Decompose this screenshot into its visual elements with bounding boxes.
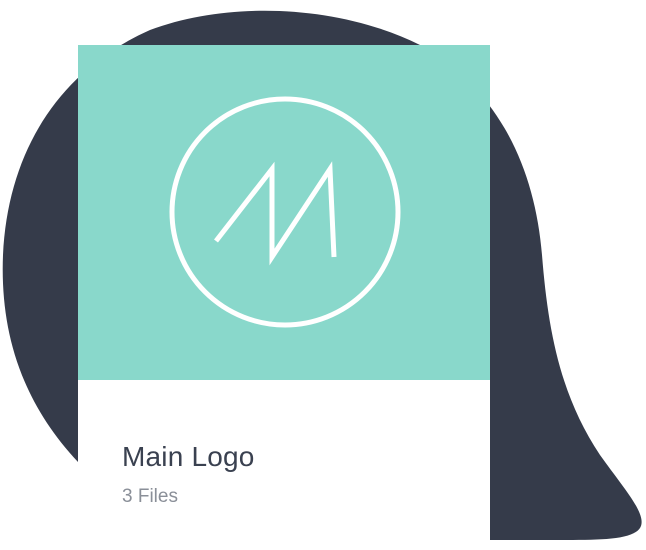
monogram-m-logo-icon [169, 96, 401, 328]
card-title: Main Logo [122, 441, 255, 472]
file-count-label: 3 Files [122, 486, 178, 507]
asset-card[interactable]: Main Logo 3 Files [78, 45, 490, 550]
canvas: Main Logo 3 Files [0, 0, 646, 550]
card-thumbnail[interactable] [78, 45, 490, 380]
